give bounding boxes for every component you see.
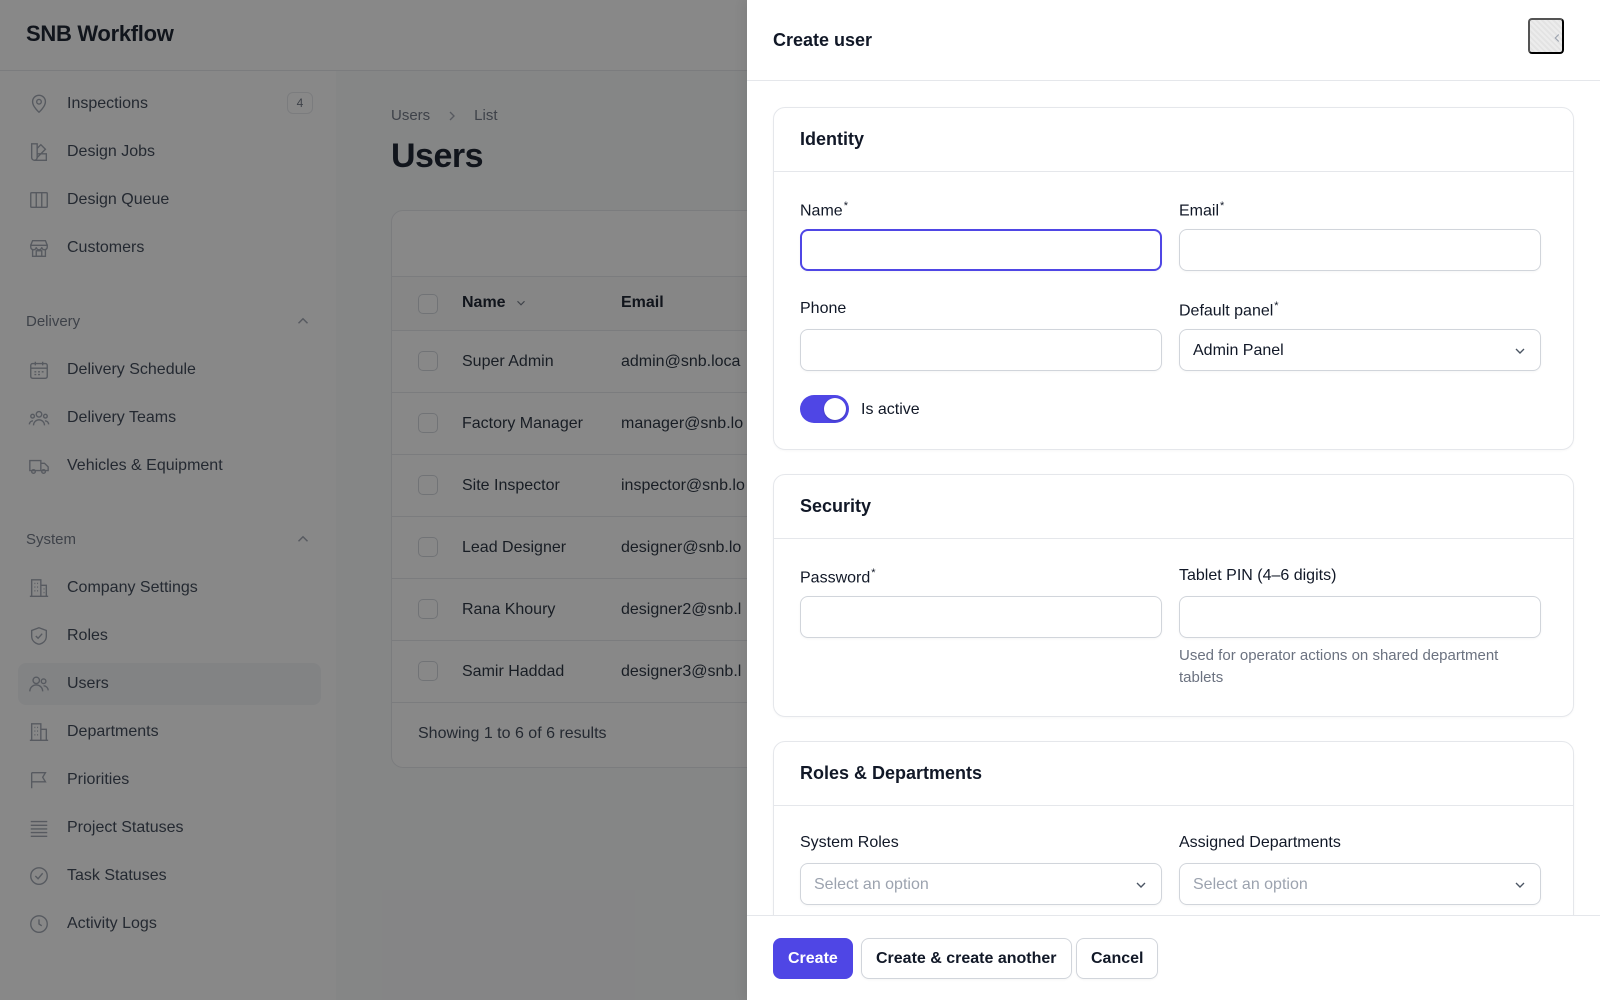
slideover-body[interactable]: Identity Name* Email* Phone Default pane… (747, 81, 1600, 915)
tablet-pin-hint: Used for operator actions on shared depa… (1179, 647, 1499, 686)
chevron-down-icon (1515, 882, 1525, 888)
name-field[interactable] (800, 229, 1162, 271)
name-label: Name* (800, 200, 848, 220)
slideover-title: Create user (773, 30, 873, 50)
select-placeholder: Select an option (1193, 876, 1308, 893)
slideover-footer: Create Create & create another Cancel (747, 915, 1600, 1000)
section-title: Identity (800, 129, 865, 149)
tablet-pin-label: Tablet PIN (4–6 digits) (1179, 567, 1337, 584)
create-another-button[interactable]: Create & create another (861, 938, 1072, 979)
password-field[interactable] (800, 596, 1162, 638)
tablet-pin-field[interactable] (1179, 596, 1541, 638)
select-value: Admin Panel (1193, 342, 1284, 359)
slideover-header: Create user (747, 0, 1600, 81)
system-roles-select[interactable]: Select an option (800, 863, 1162, 905)
chevron-down-icon (1136, 882, 1146, 888)
default-panel-select[interactable]: Admin Panel (1179, 329, 1541, 371)
toggle-knob (824, 398, 846, 420)
create-user-slideover: Create user Identity Name* Email* Phone … (747, 0, 1600, 1000)
select-placeholder: Select an option (814, 876, 929, 893)
create-button[interactable]: Create (773, 938, 853, 979)
section-header: Roles & Departments (774, 742, 1573, 806)
section-title: Security (800, 496, 872, 516)
security-section: Security Password* Tablet PIN (4–6 digit… (773, 474, 1574, 717)
close-icon (1554, 34, 1560, 42)
roles-departments-section: Roles & Departments System Roles Select … (773, 741, 1574, 915)
email-label: Email* (1179, 200, 1225, 220)
is-active-label: Is active (861, 401, 920, 418)
close-button[interactable] (1528, 18, 1564, 54)
section-header: Identity (774, 108, 1573, 172)
phone-field[interactable] (800, 329, 1162, 371)
is-active-toggle[interactable] (800, 395, 849, 423)
password-label: Password* (800, 567, 876, 587)
email-field[interactable] (1179, 229, 1541, 271)
identity-section: Identity Name* Email* Phone Default pane… (773, 107, 1574, 450)
default-panel-label: Default panel* (1179, 300, 1279, 320)
assigned-departments-select[interactable]: Select an option (1179, 863, 1541, 905)
assigned-departments-label: Assigned Departments (1179, 834, 1341, 851)
system-roles-label: System Roles (800, 834, 899, 851)
chevron-down-icon (1515, 348, 1525, 354)
phone-label: Phone (800, 300, 847, 317)
section-title: Roles & Departments (800, 763, 983, 783)
cancel-button[interactable]: Cancel (1076, 938, 1159, 979)
section-header: Security (774, 475, 1573, 539)
